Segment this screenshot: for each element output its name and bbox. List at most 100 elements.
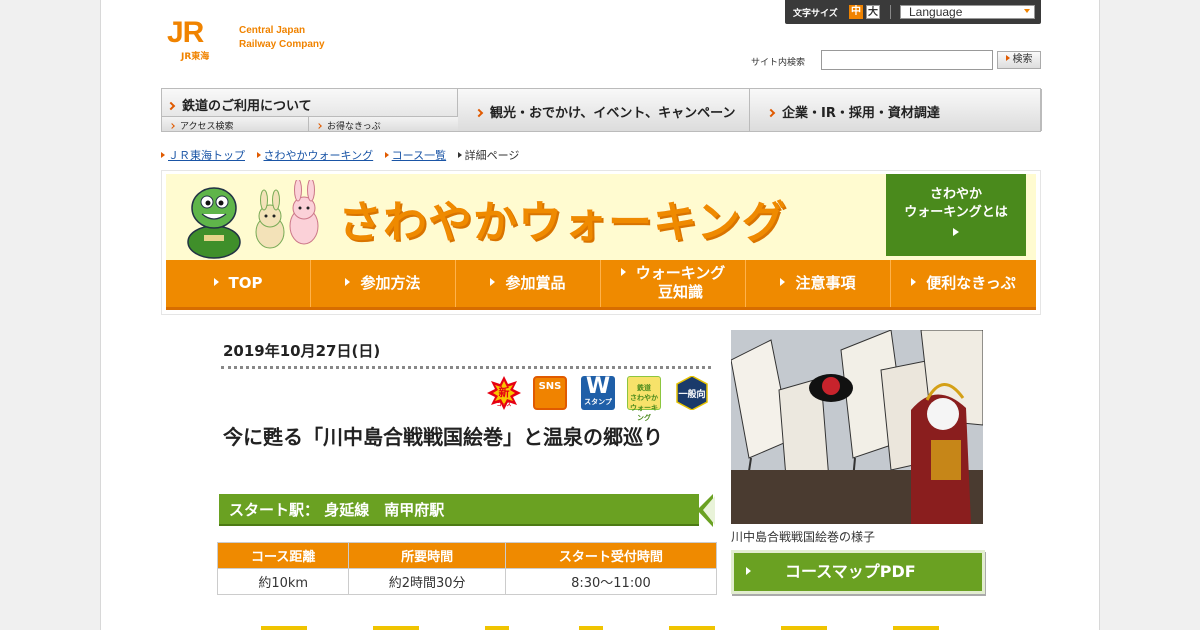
triangle-right-icon <box>746 567 751 575</box>
course-badges: 新 コース SNS W スタンプ 鉄道 さわやか ウォーキング 一般向 <box>487 374 713 422</box>
logo-english-line-2: Railway Company <box>239 39 325 50</box>
logo-english: Central Japan Railway Company <box>239 24 325 52</box>
jr-central-logo[interactable]: JR JR東海 Central Japan Railway Company <box>167 18 357 64</box>
nav-sightseeing[interactable]: 観光・おでかけ、イベント、キャンペーン <box>458 89 750 131</box>
font-size-medium-button[interactable]: 中 <box>849 5 863 19</box>
triangle-right-icon <box>953 228 959 236</box>
subnav-useful-tickets[interactable]: 便利なきっぷ <box>891 260 1036 307</box>
breadcrumb-link-jr-top[interactable]: ＪＲ東海トップ <box>168 149 245 162</box>
bottom-tab[interactable] <box>781 626 827 630</box>
breadcrumb-link-course-list[interactable]: コース一覧 <box>392 149 446 162</box>
course-map-pdf-button[interactable]: コースマップPDF <box>731 550 985 594</box>
nav-access-search[interactable]: アクセス検索 <box>162 116 309 132</box>
language-select[interactable]: Language <box>900 5 1035 19</box>
subnav-prizes-label: 参加賞品 <box>505 274 566 292</box>
walking-badge-icon: 鉄道 さわやか ウォーキング <box>627 376 661 422</box>
bottom-tab[interactable] <box>373 626 419 630</box>
walking-badge-line-3: ウォーキング <box>630 404 658 422</box>
walking-banner: さわやかウォーキング さわやか ウォーキングとは TOP 参加方法 参加賞品 ウ… <box>161 170 1041 315</box>
breadcrumb-current: 詳細ページ <box>464 149 520 162</box>
chevron-right-icon <box>166 101 176 111</box>
sns-badge-text: SNS <box>538 381 562 392</box>
site-search-label: サイト内検索 <box>751 58 806 68</box>
cell-distance: 約10km <box>216 568 350 595</box>
utility-bar: 文字サイズ 中 大 Language <box>785 0 1041 24</box>
banner-title: さわやかウォーキング <box>338 197 787 248</box>
subnav-walking-tips-line-1: ウォーキング <box>635 264 726 282</box>
bottom-tab[interactable] <box>893 626 939 630</box>
breadcrumb-link-walking[interactable]: さわやかウォーキング <box>264 149 374 162</box>
walking-badge-line-1: 鉄道 <box>637 384 651 392</box>
nav-discount-tickets[interactable]: お得なきっぷ <box>309 116 458 132</box>
subnav-top[interactable]: TOP <box>166 260 311 307</box>
bottom-tab-strip <box>261 626 981 630</box>
page: JR JR東海 Central Japan Railway Company 文字… <box>100 0 1100 630</box>
subnav-notes[interactable]: 注意事項 <box>746 260 891 307</box>
subnav-walking-tips[interactable]: ウォーキング 豆知識 <box>601 260 746 307</box>
chevron-down-icon <box>1024 9 1030 13</box>
course-map-pdf-label: コースマップPDF <box>785 562 916 581</box>
header-distance: コース距離 <box>216 542 350 569</box>
about-walking-button[interactable]: さわやか ウォーキングとは <box>886 174 1026 256</box>
table-row: 約10km 約2時間30分 8:30～11:00 <box>216 568 718 595</box>
subnav-walking-tips-label: ウォーキング 豆知識 <box>636 264 726 302</box>
font-size-large-button[interactable]: 大 <box>866 5 880 19</box>
w-badge-sub: スタンプ <box>584 398 612 406</box>
header-start-time: スタート受付時間 <box>504 542 718 569</box>
logo-mark: JR <box>167 16 204 49</box>
triangle-right-icon <box>780 278 786 286</box>
search-button-label: 検索 <box>1012 54 1033 65</box>
site-search-input[interactable] <box>821 50 993 70</box>
bottom-tab[interactable] <box>669 626 715 630</box>
chevron-right-icon <box>474 108 484 118</box>
divider <box>890 5 891 19</box>
general-badge-text: 一般向 <box>678 388 705 400</box>
breadcrumb-item: ＪＲ東海トップ <box>161 149 245 162</box>
w-badge-text: W <box>585 374 611 399</box>
font-size-label: 文字サイズ <box>793 9 838 19</box>
triangle-right-icon <box>490 278 496 286</box>
breadcrumb-item: コース一覧 <box>384 149 446 162</box>
nav-railway-group: 鉄道のご利用について アクセス検索 お得なきっぷ <box>162 89 458 132</box>
language-select-value: Language <box>909 5 963 19</box>
triangle-right-icon <box>256 152 261 158</box>
nav-sightseeing-label: 観光・おでかけ、イベント、キャンペーン <box>490 106 736 121</box>
subnav-top-label: TOP <box>228 274 263 292</box>
nav-railway-label: 鉄道のご利用について <box>182 99 312 114</box>
logo-sub: JR東海 <box>181 52 210 62</box>
mascot-illustration <box>187 180 319 259</box>
festival-photo-illustration <box>731 330 983 524</box>
search-button[interactable]: 検索 <box>997 51 1041 69</box>
triangle-right-icon <box>457 152 462 158</box>
subnav-how-to-join-label: 参加方法 <box>360 274 421 292</box>
table-header-row: コース距離 所要時間 スタート受付時間 <box>216 542 718 569</box>
nav-access-search-label: アクセス検索 <box>180 122 234 132</box>
new-badge-sub: コース <box>497 402 512 408</box>
chevron-right-icon <box>169 123 175 129</box>
triangle-right-icon <box>213 278 219 286</box>
cell-duration: 約2時間30分 <box>348 568 506 595</box>
nav-railway[interactable]: 鉄道のご利用について <box>162 89 458 116</box>
course-date: 2019年10月27日(日) <box>223 342 381 360</box>
dotted-divider <box>221 366 711 369</box>
triangle-right-icon <box>384 152 389 158</box>
course-info-table: コース距離 所要時間 スタート受付時間 約10km 約2時間30分 8:30～1… <box>216 542 718 595</box>
start-station-bar: スタート駅： 身延線 南甲府駅 <box>219 494 717 528</box>
walking-sub-nav: TOP 参加方法 参加賞品 ウォーキング 豆知識 注意事項 便利なきっぷ <box>166 260 1036 310</box>
course-photo <box>731 330 983 524</box>
subnav-how-to-join[interactable]: 参加方法 <box>311 260 456 307</box>
ribbon-notch <box>703 496 715 525</box>
bottom-tab[interactable] <box>261 626 307 630</box>
subnav-prizes[interactable]: 参加賞品 <box>456 260 601 307</box>
bottom-tab[interactable] <box>579 626 603 630</box>
bottom-tab[interactable] <box>485 626 509 630</box>
global-nav: 鉄道のご利用について アクセス検索 お得なきっぷ 観光・おでかけ、イベント、キャ… <box>161 88 1042 132</box>
subnav-notes-label: 注意事項 <box>795 274 856 292</box>
chevron-right-icon <box>766 108 776 118</box>
header-duration: 所要時間 <box>348 542 506 569</box>
triangle-right-icon <box>161 152 165 158</box>
walking-badge-line-2: さわやか <box>630 394 658 402</box>
logo-english-line-1: Central Japan <box>239 25 306 36</box>
triangle-right-icon <box>911 278 917 286</box>
nav-corporate[interactable]: 企業・IR・採用・資材調達 <box>750 89 1042 131</box>
